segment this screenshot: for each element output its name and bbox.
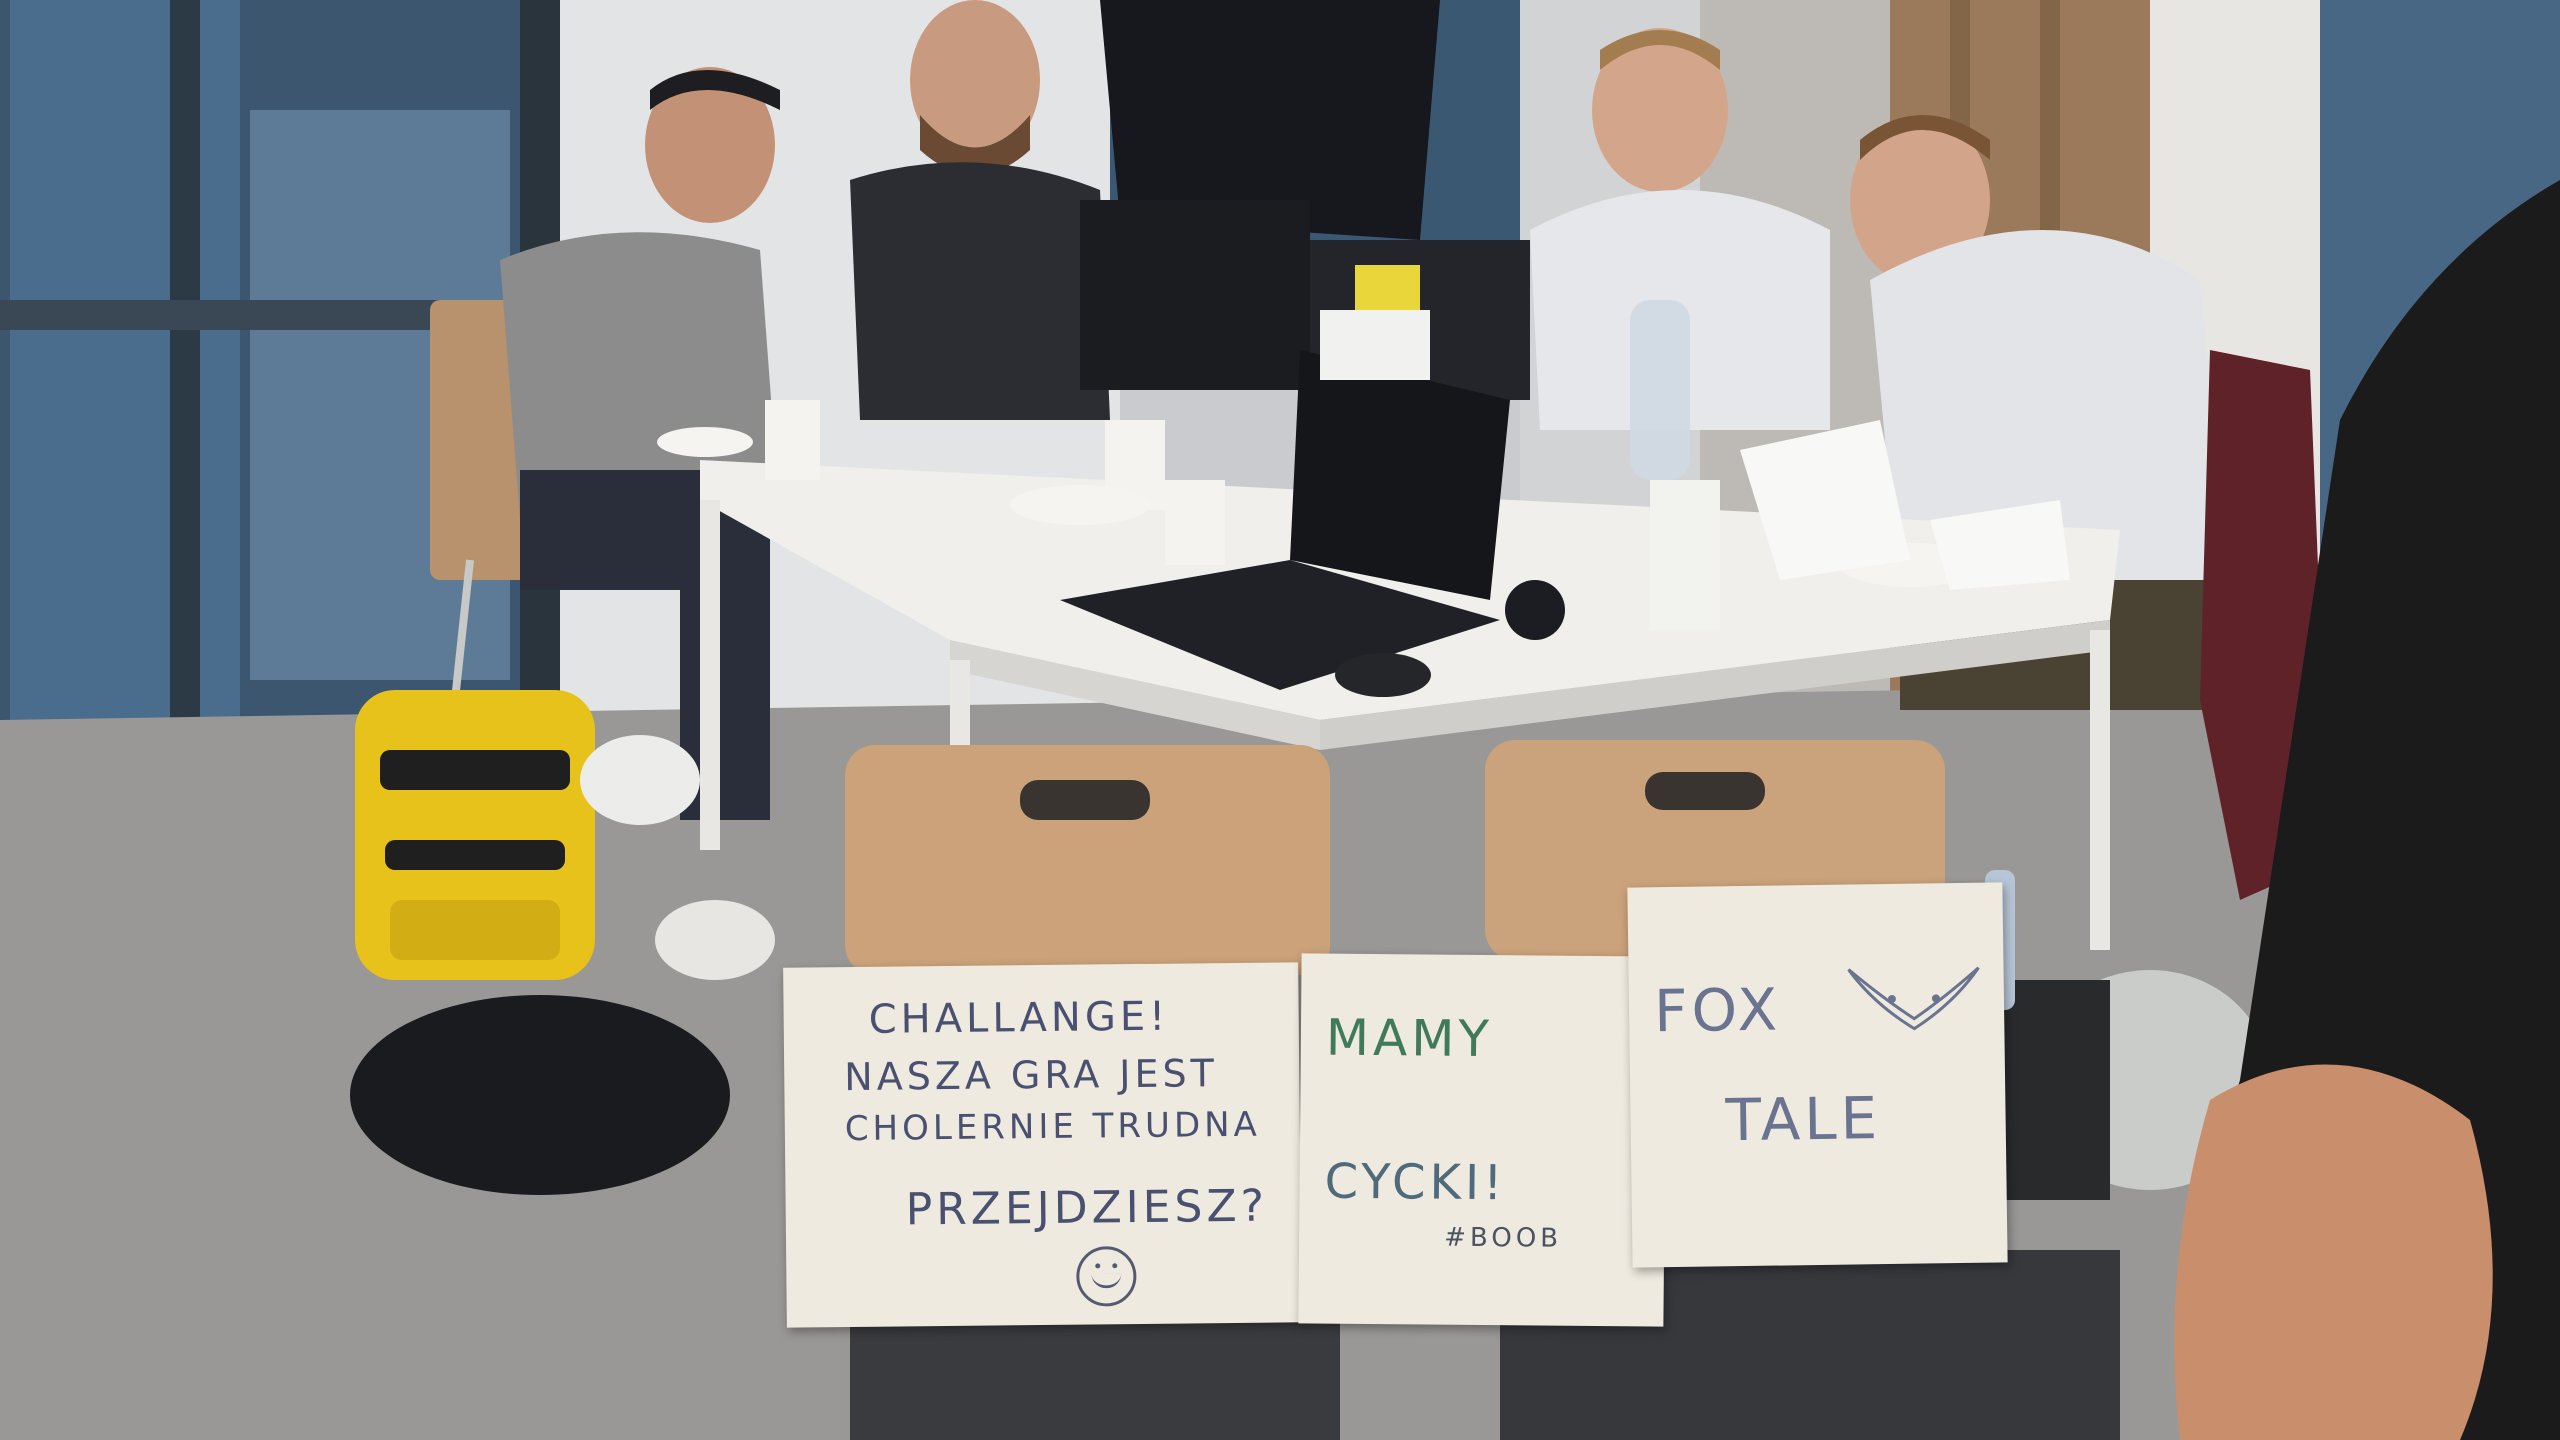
cycki-line-1: MAMY [1325, 1008, 1494, 1069]
foxtale-line-2: TALE [1725, 1084, 1882, 1155]
cycki-sign: MAMY CYCKI! #BOOB [1298, 953, 1667, 1327]
fox-face-icon [1847, 966, 1980, 1031]
challenge-line-2: NASZA GRA JEST [844, 1051, 1219, 1100]
challenge-line-1: CHALLANGE! [868, 993, 1170, 1043]
challenge-line-3: CHOLERNIE TRUDNA [844, 1104, 1262, 1150]
foxtale-sign: FOX TALE [1627, 882, 2008, 1268]
challenge-line-4: PRZEJDZIESZ? [905, 1180, 1269, 1236]
foxtale-line-1: FOX [1653, 975, 1782, 1046]
black-bag [350, 995, 730, 1195]
challenge-sign: CHALLANGE! NASZA GRA JEST CHOLERNIE TRUD… [783, 962, 1302, 1328]
monitor [1080, 200, 1310, 390]
cycki-line-2: CYCKI! [1324, 1153, 1507, 1212]
smiley-face-icon [1076, 1246, 1137, 1307]
cycki-tag: #BOOB [1444, 1222, 1563, 1254]
yellow-backpack [355, 690, 595, 980]
